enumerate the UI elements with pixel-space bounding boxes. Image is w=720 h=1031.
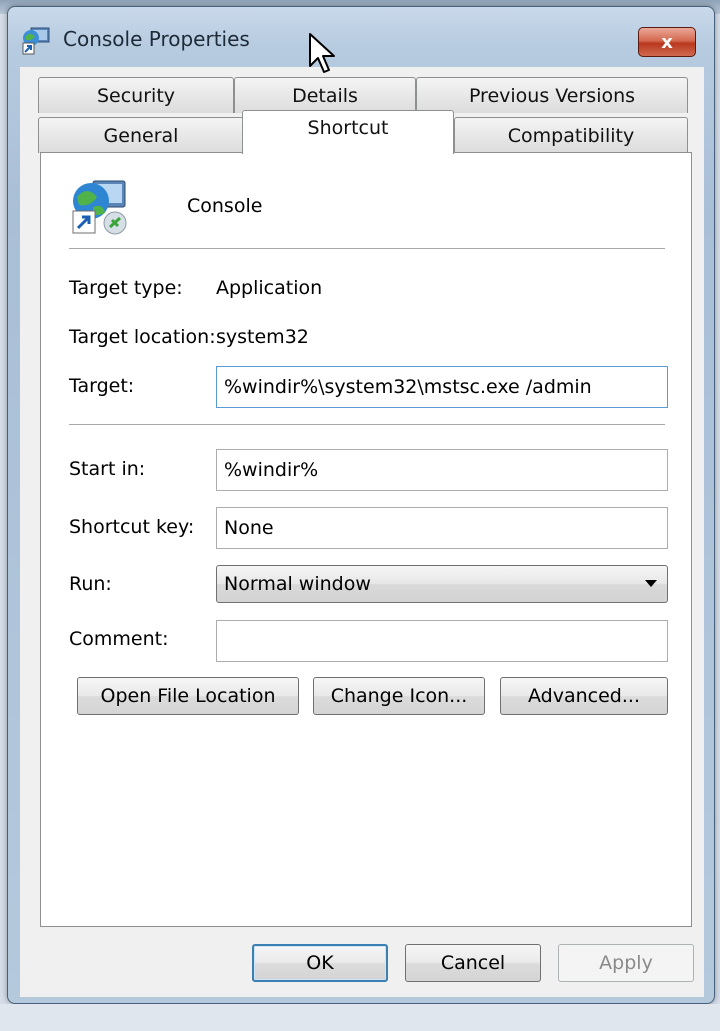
tab-security[interactable]: Security <box>38 77 234 113</box>
comment-label: Comment: <box>69 628 169 650</box>
tab-details[interactable]: Details <box>234 77 416 113</box>
run-select-value: Normal window <box>224 573 371 595</box>
window-title: Console Properties <box>63 27 250 51</box>
tab-label: Shortcut <box>307 116 389 139</box>
console-app-icon <box>72 180 127 235</box>
close-button[interactable]: x <box>638 27 696 57</box>
mouse-pointer-icon <box>309 33 335 73</box>
shortcut-key-input[interactable] <box>216 507 668 549</box>
tab-compatibility[interactable]: Compatibility <box>454 117 688 153</box>
tab-general[interactable]: General <box>38 117 244 153</box>
tab-label: General <box>103 124 179 147</box>
tab-label: Previous Versions <box>468 84 636 107</box>
dialog-client-area: Security Details Previous Versions Gener… <box>20 67 704 997</box>
shortcut-panel: Console Target type: Application Target … <box>40 152 692 927</box>
button-label: Open File Location <box>100 685 276 707</box>
button-label: Change Icon... <box>330 685 468 707</box>
advanced-button[interactable]: Advanced... <box>500 677 668 715</box>
divider <box>69 248 665 250</box>
tab-label: Security <box>96 84 176 107</box>
apply-button[interactable]: Apply <box>558 944 694 982</box>
tab-previous-versions[interactable]: Previous Versions <box>416 77 688 113</box>
target-input[interactable] <box>216 366 668 408</box>
button-label: Cancel <box>440 952 506 974</box>
run-label: Run: <box>69 573 112 595</box>
tab-label: Details <box>292 84 358 107</box>
change-icon-button[interactable]: Change Icon... <box>313 677 485 715</box>
target-type-label: Target type: <box>69 277 183 299</box>
shortcut-key-label: Shortcut key: <box>69 516 195 538</box>
tab-shortcut[interactable]: Shortcut <box>242 110 454 154</box>
ok-button[interactable]: OK <box>252 944 388 982</box>
target-location-value: system32 <box>216 326 309 348</box>
tab-label: Compatibility <box>507 124 635 147</box>
cancel-button[interactable]: Cancel <box>405 944 541 982</box>
chevron-down-icon <box>645 580 657 587</box>
start-in-input[interactable] <box>216 449 668 491</box>
divider <box>69 424 665 426</box>
button-label: Apply <box>599 952 653 974</box>
target-label: Target: <box>69 375 135 397</box>
close-icon: x <box>661 31 673 53</box>
app-name: Console <box>187 195 263 217</box>
button-label: Advanced... <box>528 685 640 707</box>
open-file-location-button[interactable]: Open File Location <box>77 677 299 715</box>
target-type-value: Application <box>216 277 323 299</box>
properties-window: Console Properties x Security Details Pr… <box>7 6 715 1004</box>
button-label: OK <box>306 952 334 974</box>
target-location-label: Target location: <box>69 326 216 348</box>
console-shortcut-icon <box>22 27 50 55</box>
desktop-background-bottom <box>0 1004 720 1031</box>
run-select[interactable]: Normal window <box>216 565 668 603</box>
comment-input[interactable] <box>216 620 668 662</box>
start-in-label: Start in: <box>69 458 146 480</box>
